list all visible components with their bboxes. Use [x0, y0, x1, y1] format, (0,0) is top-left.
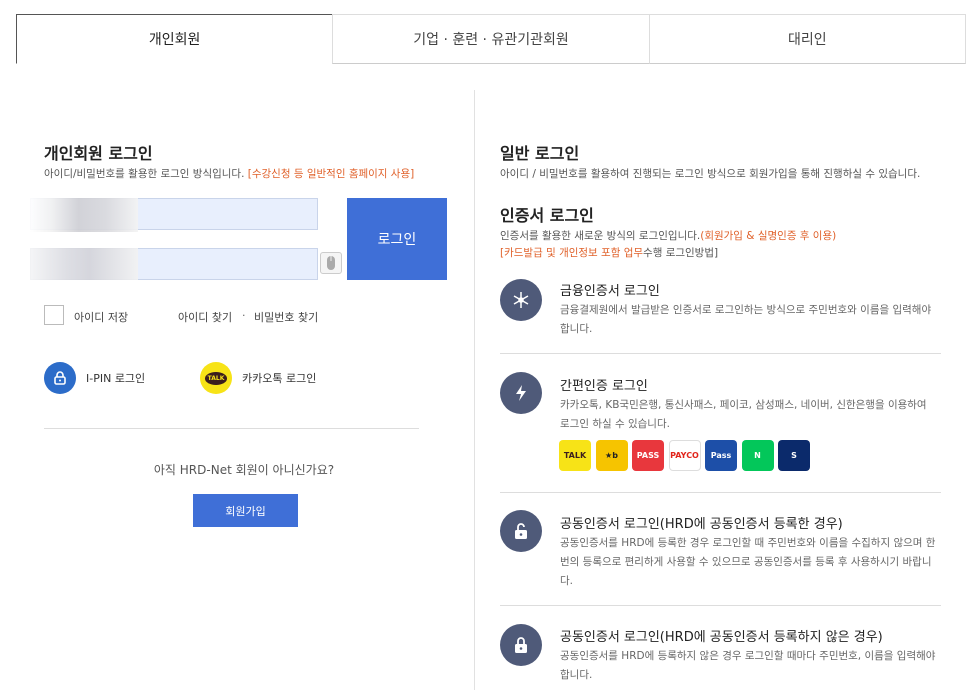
desc-highlight: [수강신청 등 일반적인 홈페이지 사용]	[247, 168, 415, 180]
find-id-link[interactable]: 아이디 찾기	[178, 309, 232, 325]
cert-login-desc: 인증서를 활용한 새로운 방식의 로그인입니다.(회원가입 & 실명인증 후 이…	[500, 228, 836, 243]
joint-cert-unregistered-icon[interactable]	[500, 624, 542, 666]
kakaotalk-icon[interactable]: TALK	[200, 362, 232, 394]
joint-cert-unregistered-desc: 공동인증서를 HRD에 등록하지 않은 경우 로그인할 때마다 주민번호, 이름…	[560, 650, 936, 681]
column-divider	[474, 90, 475, 690]
naver-icon[interactable]: N	[741, 440, 774, 471]
simple-auth-title[interactable]: 간편인증 로그인	[560, 375, 648, 394]
financial-cert-desc: 금융결제원에서 발급받은 인증서로 로그인하는 방식으로 주민번호와 이름을 입…	[560, 304, 932, 335]
virtual-keyboard-mouse-icon[interactable]	[320, 252, 342, 274]
tab-corporate[interactable]: 기업 · 훈련 · 유관기관회원	[332, 14, 650, 64]
kb-icon[interactable]: ★b	[595, 440, 628, 471]
save-id-checkbox[interactable]	[44, 305, 64, 325]
right-divider-2	[500, 492, 941, 493]
kakao-login-label[interactable]: 카카오톡 로그인	[242, 370, 316, 386]
personal-login-desc: 아이디/비밀번호를 활용한 로그인 방식입니다. [수강신청 등 일반적인 홈페…	[44, 166, 414, 181]
find-password-link[interactable]: 비밀번호 찾기	[254, 309, 318, 325]
pass-icon[interactable]: PASS	[632, 440, 664, 471]
shinhan-icon[interactable]: S	[778, 440, 810, 471]
not-member-text: 아직 HRD-Net 회원이 아니신가요?	[153, 463, 335, 477]
member-type-tabs: 개인회원 기업 · 훈련 · 유관기관회원 대리인	[16, 14, 966, 64]
financial-cert-title[interactable]: 금융인증서 로그인	[560, 280, 660, 299]
cert-desc-highlight: (회원가입 & 실명인증 후 이용)	[700, 230, 837, 242]
cert-login-title: 인증서 로그인	[500, 206, 594, 225]
samsung-pass-icon[interactable]: Pass	[705, 440, 737, 471]
cert-note-highlight: [카드발급 및 개인정보 포함 업무	[500, 247, 644, 259]
simple-auth-desc: 카카오톡, KB국민은행, 통신사패스, 페이코, 삼성패스, 네이버, 신한은…	[560, 399, 927, 430]
joint-cert-registered-desc: 공동인증서를 HRD에 등록한 경우 로그인할 때 주민번호와 이름을 수집하지…	[560, 537, 936, 587]
cert-desc-text: 인증서를 활용한 새로운 방식의 로그인입니다.	[500, 230, 701, 242]
right-divider-3	[500, 605, 941, 606]
join-button[interactable]: 회원가입	[193, 494, 298, 527]
joint-cert-registered-title[interactable]: 공동인증서 로그인(HRD에 공동인증서 등록한 경우)	[560, 513, 843, 532]
tab-personal[interactable]: 개인회원	[16, 14, 334, 64]
joint-cert-unregistered-title[interactable]: 공동인증서 로그인(HRD에 공동인증서 등록하지 않은 경우)	[560, 626, 883, 645]
tab-agent[interactable]: 대리인	[648, 14, 966, 64]
kakao-icon[interactable]: TALK	[559, 440, 591, 471]
desc-text: 아이디/비밀번호를 활용한 로그인 방식입니다.	[44, 168, 248, 180]
ipin-lock-icon[interactable]	[44, 362, 76, 394]
right-divider-1	[500, 353, 941, 354]
find-separator: ·	[242, 309, 246, 322]
general-login-desc: 아이디 / 비밀번호를 활용하여 진행되는 로그인 방식으로 회원가입을 통해 …	[500, 168, 921, 180]
login-button[interactable]: 로그인	[347, 198, 447, 280]
simple-auth-icon[interactable]	[500, 372, 542, 414]
left-divider	[44, 428, 419, 429]
joint-cert-registered-icon[interactable]	[500, 510, 542, 552]
password-blurred-area	[30, 248, 138, 280]
payco-icon[interactable]: PAYCO	[668, 440, 701, 471]
cert-note-text: 수행 로그인방법]	[643, 247, 719, 259]
personal-login-title: 개인회원 로그인	[44, 144, 153, 163]
general-login-title: 일반 로그인	[500, 144, 580, 163]
financial-cert-icon[interactable]	[500, 279, 542, 321]
cert-note: [카드발급 및 개인정보 포함 업무수행 로그인방법]	[500, 245, 718, 260]
save-id-label[interactable]: 아이디 저장	[74, 309, 128, 325]
ipin-login-label[interactable]: I-PIN 로그인	[86, 370, 145, 386]
id-blurred-area	[30, 198, 138, 232]
